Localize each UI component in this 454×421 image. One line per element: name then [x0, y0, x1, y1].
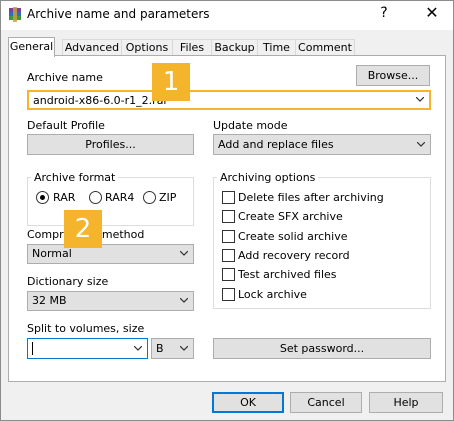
radio-zip[interactable]	[143, 191, 156, 204]
split-unit-value: B	[156, 342, 164, 355]
checkbox-solid-archive[interactable]	[222, 230, 235, 243]
archive-name-combo[interactable]: android-x86-6.0-r1_2.rar	[27, 90, 431, 110]
tab-general[interactable]: General	[8, 37, 55, 57]
checkbox-recovery-record[interactable]	[222, 249, 235, 262]
tab-advanced[interactable]: Advanced	[62, 39, 122, 56]
archiving-options-title: Archiving options	[217, 171, 319, 184]
help-button[interactable]: Help	[369, 392, 443, 413]
checkbox-recovery-record-label: Add recovery record	[238, 249, 350, 262]
compression-method-value: Normal	[32, 247, 72, 260]
profiles-button[interactable]: Profiles...	[27, 134, 194, 155]
checkbox-create-sfx-label: Create SFX archive	[238, 210, 343, 223]
checkbox-lock-archive[interactable]	[222, 288, 235, 301]
set-password-button[interactable]: Set password...	[213, 338, 431, 359]
chevron-down-icon	[417, 141, 425, 147]
update-mode-value: Add and replace files	[218, 138, 334, 151]
chevron-down-icon	[180, 298, 188, 303]
checkbox-delete-files-label: Delete files after archiving	[238, 191, 384, 204]
radio-rar-label: RAR	[53, 191, 76, 204]
help-title-button[interactable]: ?	[376, 5, 392, 21]
close-button[interactable]: ✕	[422, 3, 442, 22]
chevron-down-icon	[134, 345, 142, 351]
dictionary-size-value: 32 MB	[32, 294, 67, 307]
chevron-down-icon	[416, 97, 424, 102]
default-profile-label: Default Profile	[27, 119, 105, 132]
tab-options[interactable]: Options	[121, 39, 173, 56]
radio-rar[interactable]	[36, 191, 49, 204]
tab-files[interactable]: Files	[172, 39, 212, 56]
checkbox-delete-files[interactable]	[222, 191, 235, 204]
title-bar: Archive name and parameters ? ✕	[1, 1, 453, 30]
checkbox-lock-archive-label: Lock archive	[238, 288, 307, 301]
checkbox-create-sfx[interactable]	[222, 210, 235, 223]
archive-name-label: Archive name	[27, 71, 103, 84]
winrar-icon	[9, 7, 21, 22]
compression-method-select[interactable]: Normal	[27, 244, 194, 264]
window-title: Archive name and parameters	[27, 7, 210, 21]
checkbox-solid-archive-label: Create solid archive	[238, 230, 348, 243]
general-panel: Archive name Browse... android-x86-6.0-r…	[8, 55, 446, 382]
ok-button[interactable]: OK	[212, 392, 284, 413]
checkbox-test-archived[interactable]	[222, 268, 235, 281]
browse-button[interactable]: Browse...	[356, 65, 430, 86]
tab-backup[interactable]: Backup	[211, 39, 258, 56]
annotation-badge-1: 1	[152, 63, 190, 101]
chevron-down-icon	[180, 345, 188, 351]
split-volumes-combo[interactable]	[27, 338, 148, 359]
checkbox-test-archived-label: Test archived files	[238, 268, 337, 281]
archive-dialog: Archive name and parameters ? ✕ General …	[0, 0, 454, 421]
split-unit-select[interactable]: B	[151, 338, 194, 359]
dictionary-size-label: Dictionary size	[27, 275, 109, 288]
text-caret	[32, 342, 33, 355]
cancel-button[interactable]: Cancel	[290, 392, 362, 413]
annotation-badge-2: 2	[64, 210, 102, 248]
radio-zip-label: ZIP	[159, 191, 177, 204]
tab-time[interactable]: Time	[257, 39, 296, 56]
update-mode-select[interactable]: Add and replace files	[213, 134, 431, 155]
dictionary-size-select[interactable]: 32 MB	[27, 291, 194, 311]
archive-format-title: Archive format	[31, 171, 119, 184]
archive-name-input[interactable]: android-x86-6.0-r1_2.rar	[33, 94, 168, 107]
split-volumes-label: Split to volumes, size	[27, 322, 145, 335]
tab-comment[interactable]: Comment	[295, 39, 355, 56]
radio-rar4-label: RAR4	[105, 191, 135, 204]
chevron-down-icon	[180, 251, 188, 256]
radio-rar4[interactable]	[89, 191, 102, 204]
update-mode-label: Update mode	[213, 119, 288, 132]
